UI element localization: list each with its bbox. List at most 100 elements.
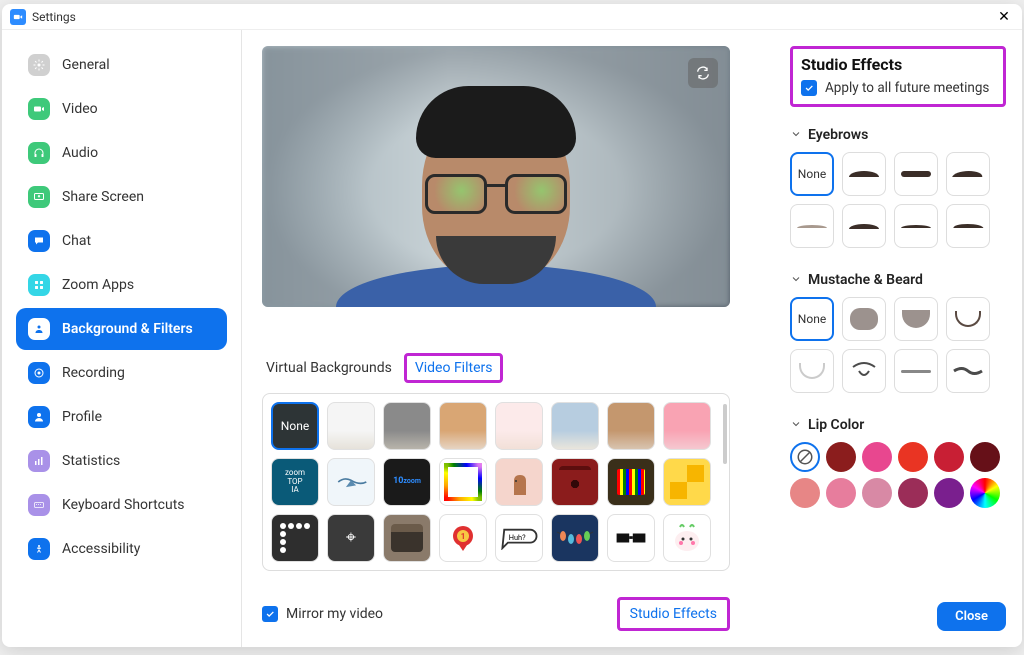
filter-item[interactable] — [551, 514, 599, 562]
sidebar-item-share-screen[interactable]: Share Screen — [16, 176, 227, 218]
chevron-down-icon — [790, 125, 802, 144]
sidebar-item-background-filters[interactable]: Background & Filters — [16, 308, 227, 350]
mustache-option[interactable] — [842, 297, 886, 341]
filter-item[interactable] — [663, 514, 711, 562]
rotate-camera-button[interactable] — [688, 58, 718, 88]
section-eyebrows-toggle[interactable]: Eyebrows — [790, 125, 1006, 144]
eyebrow-option[interactable] — [790, 204, 834, 248]
filter-item[interactable] — [607, 458, 655, 506]
window-title: Settings — [32, 10, 76, 24]
filter-item[interactable]: ⌖ — [327, 514, 375, 562]
gear-icon — [28, 54, 50, 76]
lipcolor-none[interactable] — [790, 442, 820, 472]
eyebrow-option[interactable] — [842, 152, 886, 196]
mustache-none[interactable]: None — [790, 297, 834, 341]
filter-item[interactable] — [495, 458, 543, 506]
mustache-option[interactable] — [790, 349, 834, 393]
sidebar-item-general[interactable]: General — [16, 44, 227, 86]
sidebar-item-recording[interactable]: Recording — [16, 352, 227, 394]
filter-item[interactable]: 1 — [439, 514, 487, 562]
filter-item[interactable] — [663, 458, 711, 506]
filter-item[interactable] — [607, 514, 655, 562]
filter-item[interactable] — [551, 458, 599, 506]
filter-none[interactable]: None — [271, 402, 319, 450]
svg-text:Huh?: Huh? — [509, 533, 526, 542]
filter-item[interactable] — [327, 402, 375, 450]
filter-item[interactable] — [327, 458, 375, 506]
apps-icon — [28, 274, 50, 296]
filter-item[interactable] — [551, 402, 599, 450]
mirror-video-checkbox[interactable]: Mirror my video — [262, 606, 383, 622]
lipcolor-option[interactable] — [790, 478, 820, 508]
lipcolor-option[interactable] — [826, 442, 856, 472]
accessibility-icon — [28, 538, 50, 560]
sidebar-item-label: Video — [62, 101, 98, 117]
mustache-option[interactable] — [946, 349, 990, 393]
studio-effects-link[interactable]: Studio Effects — [617, 597, 730, 631]
mustache-option[interactable] — [894, 349, 938, 393]
eyebrow-option[interactable] — [946, 152, 990, 196]
mustache-option[interactable] — [946, 297, 990, 341]
mustache-option[interactable] — [842, 349, 886, 393]
video-preview — [262, 46, 730, 307]
filter-item[interactable] — [383, 402, 431, 450]
lipcolor-option[interactable] — [970, 442, 1000, 472]
sidebar-item-label: Statistics — [62, 453, 120, 469]
section-lipcolor-toggle[interactable]: Lip Color — [790, 415, 1006, 434]
sidebar-item-keyboard-shortcuts[interactable]: Keyboard Shortcuts — [16, 484, 227, 526]
eyebrow-option[interactable] — [842, 204, 886, 248]
filter-grid[interactable]: None zoomTOPIA 10zoom — [262, 393, 730, 571]
sidebar-item-statistics[interactable]: Statistics — [16, 440, 227, 482]
sidebar-item-profile[interactable]: Profile — [16, 396, 227, 438]
eyebrow-option[interactable] — [894, 204, 938, 248]
statistics-icon — [28, 450, 50, 472]
video-icon — [28, 98, 50, 120]
filter-item[interactable] — [271, 514, 319, 562]
filter-item[interactable]: Huh? — [495, 514, 543, 562]
filter-item[interactable]: 10zoom — [383, 458, 431, 506]
tab-virtual-backgrounds[interactable]: Virtual Backgrounds — [262, 356, 396, 380]
mirror-video-label: Mirror my video — [286, 606, 383, 622]
chat-icon — [28, 230, 50, 252]
zoom-app-icon — [10, 9, 26, 25]
filter-item[interactable] — [663, 402, 711, 450]
lipcolor-option[interactable] — [826, 478, 856, 508]
eyebrow-option[interactable] — [894, 152, 938, 196]
svg-text:1: 1 — [461, 532, 466, 541]
lipcolor-option[interactable] — [898, 478, 928, 508]
section-eyebrows-title: Eyebrows — [808, 127, 868, 143]
mustache-option[interactable] — [894, 297, 938, 341]
preview-column: Virtual Backgrounds Video Filters None — [242, 30, 782, 647]
filter-item[interactable] — [439, 402, 487, 450]
lipcolor-custom[interactable] — [970, 478, 1000, 508]
lipcolor-option[interactable] — [862, 478, 892, 508]
sidebar-item-label: Recording — [62, 365, 125, 381]
filter-item[interactable] — [607, 402, 655, 450]
filter-item[interactable] — [495, 402, 543, 450]
eyebrow-option[interactable] — [946, 204, 990, 248]
eyebrow-none[interactable]: None — [790, 152, 834, 196]
checkbox-icon — [262, 606, 278, 622]
filter-item[interactable]: zoomTOPIA — [271, 458, 319, 506]
section-mustache-toggle[interactable]: Mustache & Beard — [790, 270, 1006, 289]
section-mustache-title: Mustache & Beard — [808, 272, 923, 288]
filter-item[interactable] — [439, 458, 487, 506]
lipcolor-option[interactable] — [898, 442, 928, 472]
lipcolor-option[interactable] — [934, 478, 964, 508]
sidebar-item-zoom-apps[interactable]: Zoom Apps — [16, 264, 227, 306]
sidebar-item-chat[interactable]: Chat — [16, 220, 227, 262]
lipcolor-option[interactable] — [934, 442, 964, 472]
sidebar-item-audio[interactable]: Audio — [16, 132, 227, 174]
sidebar-item-accessibility[interactable]: Accessibility — [16, 528, 227, 570]
tab-video-filters[interactable]: Video Filters — [404, 353, 504, 383]
sidebar-item-label: Background & Filters — [62, 321, 193, 337]
close-button[interactable]: Close — [937, 602, 1006, 631]
scrollbar[interactable] — [723, 404, 727, 464]
lipcolor-option[interactable] — [862, 442, 892, 472]
apply-all-checkbox[interactable]: Apply to all future meetings — [801, 80, 995, 96]
filter-tabs: Virtual Backgrounds Video Filters — [262, 353, 762, 383]
filter-item[interactable] — [383, 514, 431, 562]
sidebar-item-video[interactable]: Video — [16, 88, 227, 130]
close-icon[interactable]: ✕ — [994, 7, 1014, 27]
mustache-options: None — [790, 297, 1006, 393]
